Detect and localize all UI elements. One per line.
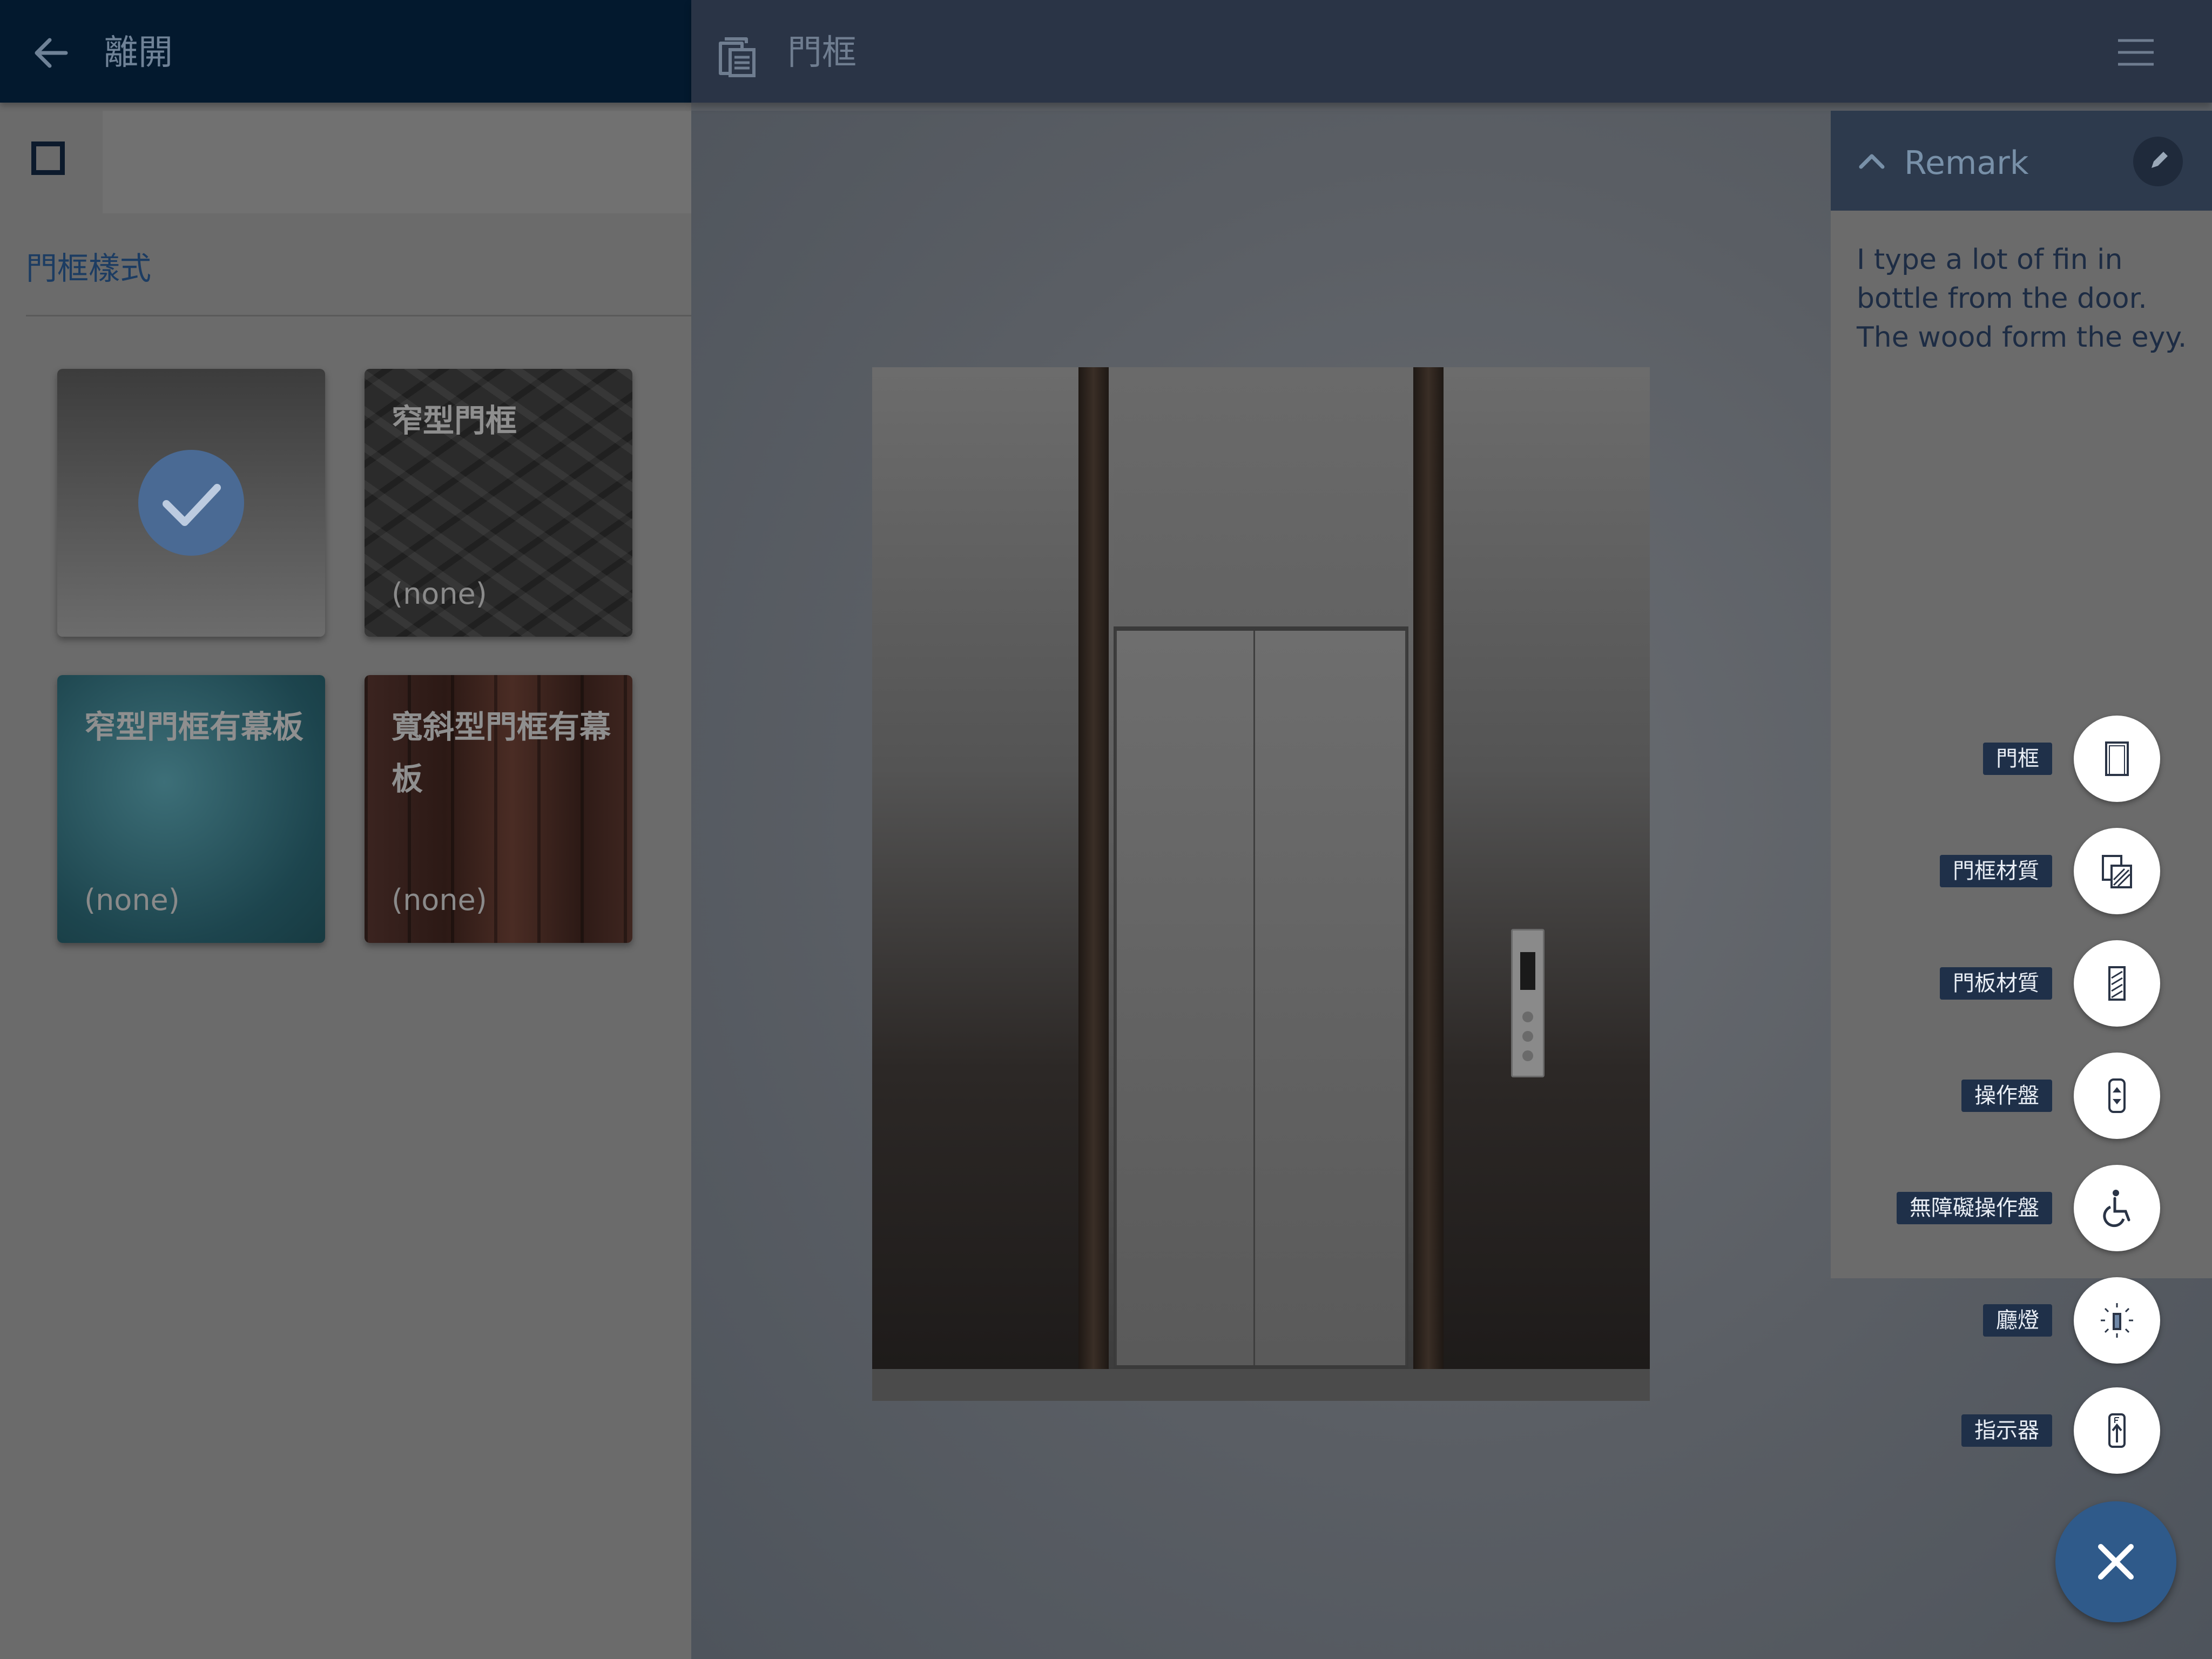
chevron-up-icon[interactable] [1858,152,1886,170]
remark-header: Remark [1831,111,2212,211]
fab-item-door-panel-material[interactable]: 門板材質 [1877,940,2160,1027]
frame-material-icon[interactable] [2074,828,2160,914]
page-title: 門框 [787,33,857,73]
close-menu-button[interactable] [2055,1501,2176,1622]
call-button-down [1522,1031,1533,1042]
tile-sub: (none) [392,883,487,917]
style-tile-wide-slant-frame-transom[interactable]: 寬斜型門框有幕板 (none) [365,675,632,943]
selected-check-icon [138,450,244,556]
call-button-up [1522,1011,1533,1022]
section-divider [26,315,691,316]
call-panel-display [1520,952,1535,990]
door-frame-icon[interactable] [2074,716,2160,802]
fab-label: 操作盤 [1961,1080,2052,1112]
floor [872,1369,1650,1401]
fab-label: 廳燈 [1983,1304,2052,1337]
selection-bar [0,111,691,213]
right-wall-panel [1444,367,1650,1369]
hall-call-panel [1511,929,1545,1077]
elevator-render [872,367,1650,1401]
fab-item-frame-material[interactable]: 門框材質 [1877,828,2160,914]
left-door-leaf [1115,631,1269,1365]
control-panel-icon[interactable] [2074,1053,2160,1139]
tile-sub: (none) [84,883,180,917]
selection-bar-fill [103,111,691,213]
fab-item-indicator[interactable]: 指示器 [1877,1387,2160,1474]
hall-lantern-icon[interactable] [2074,1277,2160,1364]
fab-item-control-panel[interactable]: 操作盤 [1877,1053,2160,1139]
back-arrow-icon[interactable] [31,33,70,72]
pencil-icon [2152,152,2168,168]
close-icon [2098,1544,2134,1580]
menu-icon[interactable] [2117,38,2155,67]
wheelchair-icon[interactable] [2074,1165,2160,1251]
tile-label: 窄型門框 [392,402,517,439]
fab-label: 無障礙操作盤 [1897,1192,2052,1224]
door-transom [1114,367,1408,626]
fab-label: 門框 [1983,743,2052,775]
main-header: 門框 [691,0,2212,103]
style-tile-narrow-frame[interactable]: 窄型門框 (none) [365,369,632,637]
left-wall-panel [872,367,1078,1369]
left-header: 離開 [0,0,691,103]
fab-label: 門框材質 [1940,855,2052,887]
right-door-leaf [1253,631,1407,1365]
edit-remark-button[interactable] [2133,137,2183,186]
door-panel-material-icon[interactable] [2074,940,2160,1027]
fab-item-door-frame[interactable]: 門框 [1877,716,2160,802]
tile-label: 寬斜型門框有幕板 [392,709,611,797]
fab-label: 指示器 [1961,1414,2052,1447]
style-tile-narrow-frame-transom[interactable]: 窄型門框有幕板 (none) [57,675,325,943]
section-title: 門框樣式 [26,250,152,287]
tile-label: 窄型門框有幕板 [84,709,304,745]
right-frame-post [1413,367,1444,1369]
back-button-label[interactable]: 離開 [104,26,173,80]
document-icon [719,37,756,77]
tile-sub: (none) [392,577,487,611]
left-frame-post [1078,367,1109,1369]
fab-item-hall-lantern[interactable]: 廳燈 [1877,1277,2160,1364]
remark-text: I type a lot of fin in bottle from the d… [1857,244,2187,354]
indicator-icon[interactable] [2074,1387,2160,1474]
style-panel: 門框樣式 窄型門框 (none) 窄型門框有幕板 (none) 寬斜型門框有幕板… [0,0,691,1659]
select-all-checkbox[interactable] [31,141,65,175]
remark-title: Remark [1904,144,2029,182]
call-button-extra [1522,1050,1533,1061]
fab-item-accessible-panel[interactable]: 無障礙操作盤 [1877,1165,2160,1251]
fab-label: 門板材質 [1940,967,2052,1000]
style-tile-default[interactable] [57,369,325,637]
